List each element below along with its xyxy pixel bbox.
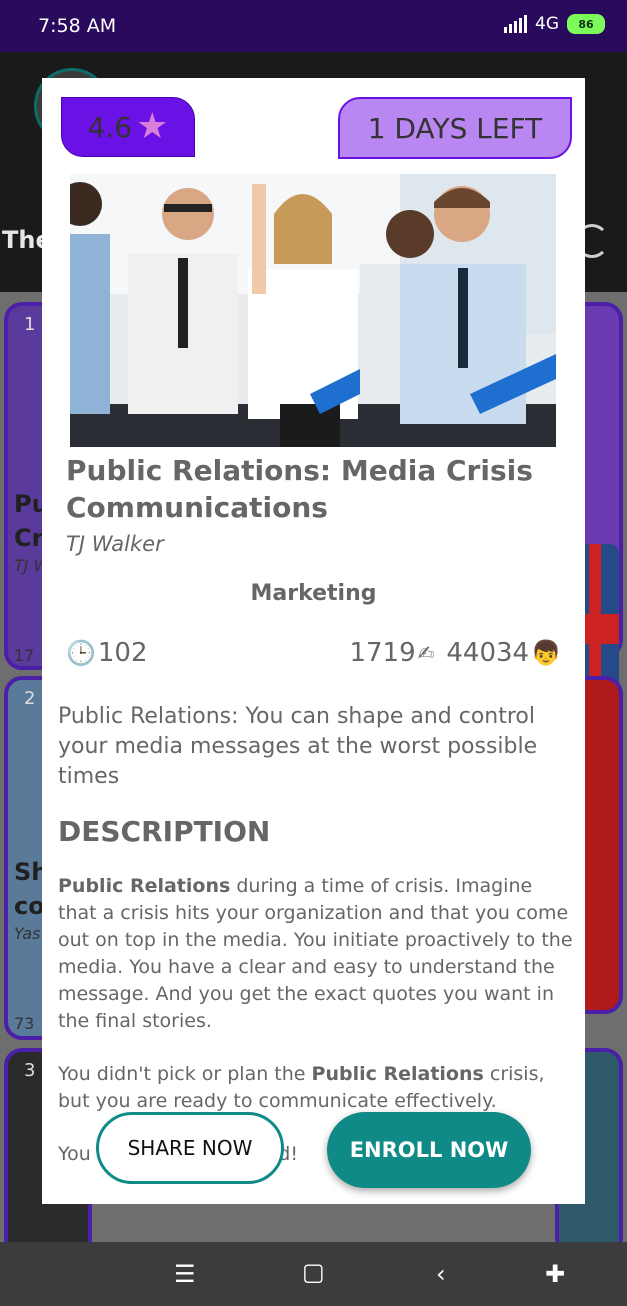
reviews-count: 1719 (349, 638, 416, 668)
course-image (70, 174, 556, 447)
reviews-stat: 1719 ✍ (349, 638, 434, 668)
card-count-fragment: 73 (14, 1014, 35, 1033)
status-time: 7:58 AM (38, 15, 117, 37)
description-paragraph: Public Relations during a time of crisis… (58, 873, 573, 1035)
star-icon: ★ (136, 106, 169, 147)
accessibility-icon[interactable]: ✚ (545, 1260, 565, 1288)
card-count-fragment: 17 (14, 646, 35, 665)
description-bold: Public Relations (311, 1063, 484, 1085)
enroll-button-label: ENROLL NOW (349, 1138, 509, 1162)
network-type: 4G (535, 14, 559, 34)
card-number: 3 (24, 1060, 36, 1081)
course-category: Marketing (250, 581, 377, 606)
home-icon[interactable]: ▢ (302, 1258, 325, 1286)
description-heading: DESCRIPTION (58, 815, 271, 848)
card-author-fragment: Yas (14, 924, 41, 943)
signal-icon (504, 15, 527, 33)
days-left-badge: 1 DAYS LEFT (338, 97, 572, 159)
card-title-fragment: Cr (14, 524, 44, 552)
status-icons: 4G 86 (504, 14, 605, 34)
card-number: 2 (24, 688, 36, 709)
lectures-count: 102 (97, 638, 148, 668)
description-text: during a time of crisis. Imagine that a … (58, 875, 573, 1032)
navigation-bar: ☰ ▢ ‹ ✚ (0, 1242, 627, 1306)
person-icon: 👦 (531, 639, 561, 667)
course-subtitle: Public Relations: You can shape and cont… (58, 704, 538, 789)
course-title: Public Relations: Media Crisis Communica… (66, 454, 533, 524)
description-text: You didn't pick or plan the (58, 1063, 312, 1085)
course-photo (70, 174, 556, 447)
battery-level: 86 (578, 17, 594, 31)
course-detail-modal: 4.6 ★ 1 DAYS LEFT Public Relations: Medi… (42, 78, 585, 1204)
rating-value: 4.6 (87, 110, 133, 144)
writing-hand-icon: ✍ (417, 641, 435, 665)
rating-badge: 4.6 ★ (61, 97, 195, 157)
card-title-fragment: co (14, 892, 45, 920)
lectures-stat: 🕒 102 (66, 638, 148, 668)
description-paragraph: You didn't pick or plan the Public Relat… (58, 1061, 573, 1115)
share-button[interactable]: SHARE NOW (96, 1112, 284, 1184)
course-stats: 🕒 102 1719 ✍ 44034 👦 (66, 638, 561, 678)
course-author: TJ Walker (66, 532, 164, 556)
days-left-label: 1 DAYS LEFT (367, 111, 543, 145)
card-number: 1 (24, 314, 36, 335)
engagement-stats: 1719 ✍ 44034 👦 (349, 638, 561, 668)
clock-icon: 🕒 (66, 639, 96, 667)
menu-icon[interactable]: ☰ (174, 1260, 196, 1288)
back-icon[interactable]: ‹ (436, 1260, 446, 1288)
share-button-label: SHARE NOW (127, 1136, 253, 1160)
students-count: 44034 (446, 638, 530, 668)
status-bar: 7:58 AM 4G 86 (0, 0, 627, 52)
students-stat: 44034 👦 (446, 638, 561, 668)
enroll-button[interactable]: ENROLL NOW (327, 1112, 531, 1188)
description-bold: Public Relations (58, 875, 231, 897)
battery-icon: 86 (567, 14, 605, 34)
